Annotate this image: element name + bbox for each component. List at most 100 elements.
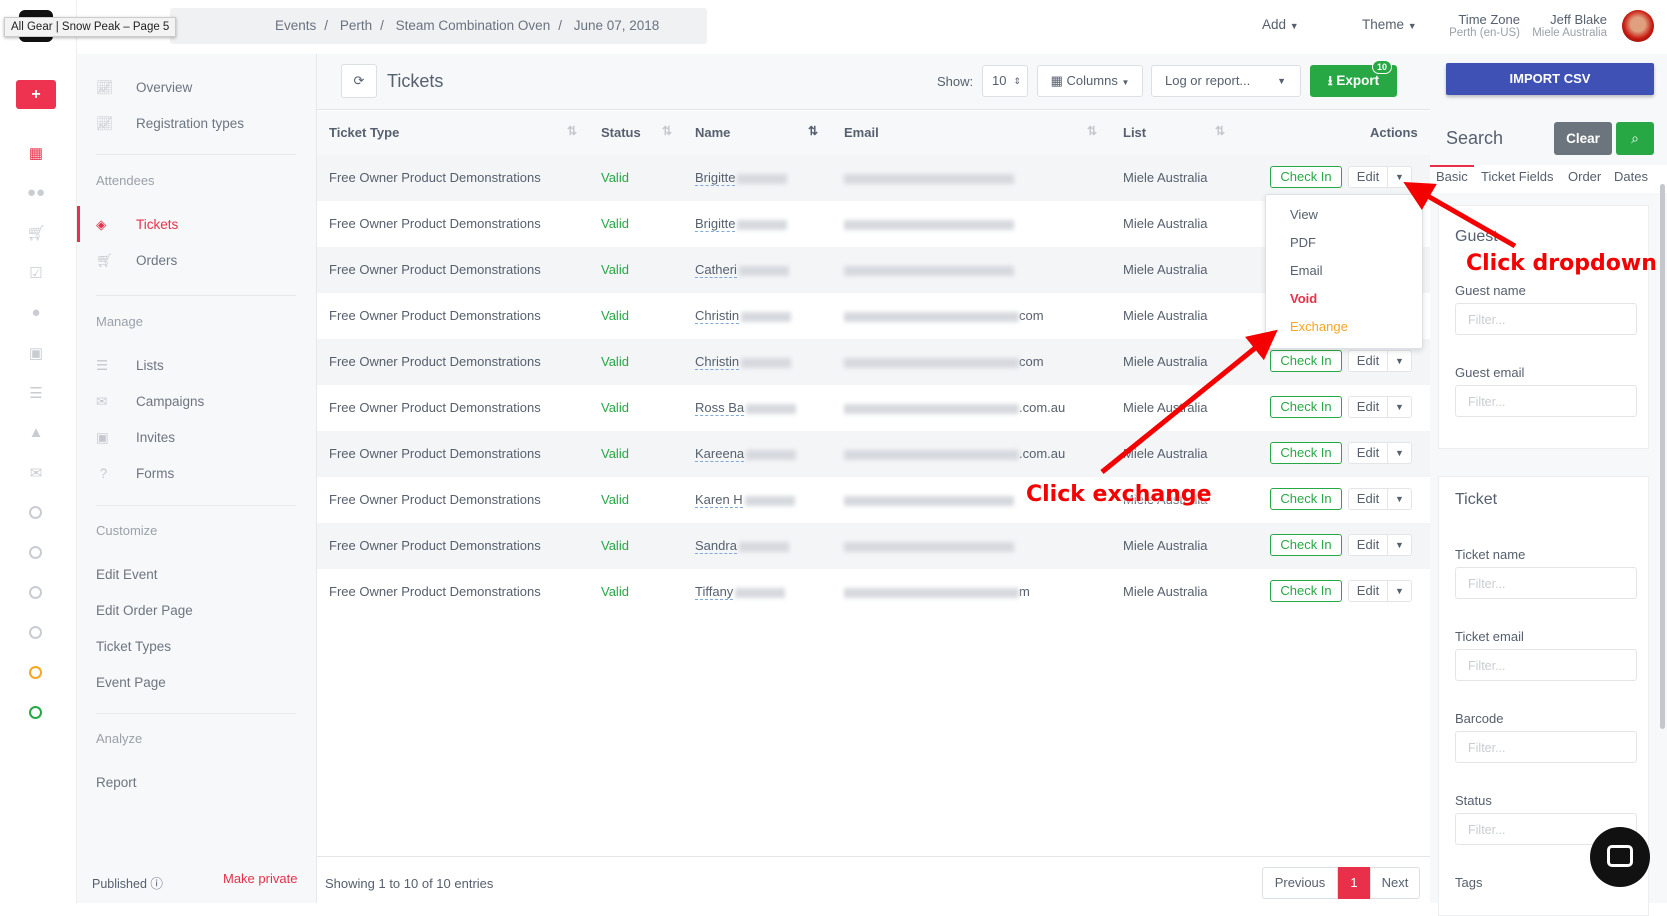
circle-icon[interactable]	[29, 506, 42, 519]
user-icon[interactable]: ▲	[26, 424, 46, 441]
col-name[interactable]: Name	[695, 125, 730, 140]
check-in-button[interactable]: Check In	[1270, 166, 1342, 188]
actions-dropdown-toggle[interactable]: ▼	[1387, 534, 1412, 556]
sidebar-item-campaigns[interactable]: ✉ Campaigns	[96, 394, 204, 410]
attendee-name[interactable]: Ross Ba	[695, 400, 797, 416]
menu-item-void[interactable]: Void	[1290, 291, 1317, 306]
attendee-email[interactable]: .com.au	[844, 446, 1065, 461]
columns-button[interactable]: ▦ Columns ▼	[1037, 65, 1143, 97]
page-size-select[interactable]: 10 ⇕	[982, 65, 1028, 97]
sidebar-item-edit-event[interactable]: Edit Event	[96, 567, 158, 582]
edit-button[interactable]: Edit	[1348, 350, 1388, 372]
attendee-name[interactable]: Kareena	[695, 446, 797, 462]
users-icon[interactable]: ●●	[26, 184, 46, 201]
sidebar-item-orders[interactable]: 🛒︎ Orders	[96, 253, 177, 269]
check-in-button[interactable]: Check In	[1270, 534, 1342, 556]
col-ticket-type[interactable]: Ticket Type	[329, 125, 399, 140]
sidebar-item-edit-order-page[interactable]: Edit Order Page	[96, 603, 193, 618]
attendee-email[interactable]	[844, 538, 1014, 553]
previous-button[interactable]: Previous	[1262, 867, 1338, 899]
attendee-email[interactable]: com	[844, 354, 1044, 369]
breadcrumb-item[interactable]: Perth	[340, 18, 372, 33]
make-private-link[interactable]: Make private	[223, 871, 297, 886]
attendee-name[interactable]: Tiffany	[695, 584, 786, 600]
col-list[interactable]: List	[1123, 125, 1146, 140]
circle-icon[interactable]	[29, 626, 42, 639]
attendee-name[interactable]: Karen H	[695, 492, 795, 508]
sort-icon[interactable]: ⇅	[808, 124, 818, 138]
actions-dropdown-toggle[interactable]: ▼	[1387, 442, 1412, 464]
info-icon[interactable]: ⓘ	[150, 877, 163, 891]
chat-button[interactable]	[1590, 827, 1650, 887]
attendee-name[interactable]: Christin	[695, 354, 792, 370]
guest-email-input[interactable]: Filter...	[1455, 385, 1637, 417]
attendee-email[interactable]: com	[844, 308, 1044, 323]
col-status[interactable]: Status	[601, 125, 641, 140]
sidebar-item-lists[interactable]: ☰ Lists	[96, 358, 164, 374]
import-csv-button[interactable]: IMPORT CSV	[1446, 63, 1654, 95]
gift-icon[interactable]: ▣	[26, 344, 46, 362]
menu-item-email[interactable]: Email	[1290, 263, 1323, 278]
attendee-name[interactable]: Brigitte	[695, 216, 788, 232]
check-in-button[interactable]: Check In	[1270, 580, 1342, 602]
actions-dropdown-toggle[interactable]: ▼	[1387, 580, 1412, 602]
breadcrumb-item[interactable]: Events	[275, 18, 316, 33]
sidebar-item-ticket-types[interactable]: Ticket Types	[96, 639, 171, 654]
timezone[interactable]: Time Zone Perth (en-US)	[1440, 12, 1520, 39]
circle-icon[interactable]	[29, 586, 42, 599]
user-menu[interactable]: Jeff Blake Miele Australia	[1517, 12, 1607, 39]
calendar-icon[interactable]: ▦	[26, 144, 46, 162]
list-icon[interactable]: ☰	[26, 384, 46, 402]
menu-item-pdf[interactable]: PDF	[1290, 235, 1316, 250]
edit-button[interactable]: Edit	[1348, 442, 1388, 464]
globe-icon[interactable]: ●	[26, 304, 46, 321]
search-button[interactable]: ⌕	[1616, 122, 1654, 155]
check-in-button[interactable]: Check In	[1270, 488, 1342, 510]
attendee-email[interactable]	[844, 492, 1014, 507]
sidebar-item-overview[interactable]: 📈︎ Overview	[96, 80, 192, 96]
sidebar-item-event-page[interactable]: Event Page	[96, 675, 166, 690]
ticket-filter-input[interactable]: Filter...	[1455, 567, 1637, 599]
menu-item-view[interactable]: View	[1290, 207, 1318, 222]
sort-icon[interactable]: ⇅	[1215, 124, 1225, 138]
attendee-name[interactable]: Sandra	[695, 538, 789, 554]
ticket-filter-input[interactable]: Filter...	[1455, 649, 1637, 681]
check-in-button[interactable]: Check In	[1270, 442, 1342, 464]
circle-icon[interactable]	[29, 546, 42, 559]
edit-button[interactable]: Edit	[1348, 488, 1388, 510]
export-button[interactable]: ⭳ Export 10	[1310, 60, 1397, 97]
breadcrumb-item[interactable]: Steam Combination Oven	[396, 18, 551, 33]
actions-dropdown-toggle[interactable]: ▼	[1387, 166, 1412, 188]
col-email[interactable]: Email	[844, 125, 879, 140]
scrollbar[interactable]	[1660, 184, 1665, 729]
attendee-name[interactable]: Catheri	[695, 262, 789, 278]
tab-dates[interactable]: Dates	[1614, 169, 1648, 184]
edit-button[interactable]: Edit	[1348, 580, 1388, 602]
actions-dropdown-toggle[interactable]: ▼	[1387, 350, 1412, 372]
clear-button[interactable]: Clear	[1554, 122, 1612, 155]
page-1-button[interactable]: 1	[1338, 867, 1370, 899]
tab-basic[interactable]: Basic	[1436, 169, 1468, 184]
avatar[interactable]	[1622, 10, 1654, 42]
ticket-filter-input[interactable]: Filter...	[1455, 731, 1637, 763]
sidebar-item-invites[interactable]: ▣ Invites	[96, 430, 175, 446]
attendee-name[interactable]: Brigitte	[695, 170, 788, 186]
actions-dropdown-toggle[interactable]: ▼	[1387, 396, 1412, 418]
check-in-button[interactable]: Check In	[1270, 396, 1342, 418]
theme-menu[interactable]: Theme ▼	[1362, 17, 1417, 32]
circle-icon[interactable]	[29, 666, 42, 679]
sidebar-item-forms[interactable]: ? Forms	[96, 466, 175, 481]
envelope-icon[interactable]: ✉	[26, 464, 46, 482]
edit-button[interactable]: Edit	[1348, 534, 1388, 556]
tab-order[interactable]: Order	[1568, 169, 1601, 184]
add-menu[interactable]: Add ▼	[1262, 17, 1299, 32]
attendee-email[interactable]	[844, 262, 1014, 277]
sidebar-item-report[interactable]: Report	[96, 775, 137, 790]
add-button[interactable]: +	[16, 80, 56, 109]
attendee-email[interactable]	[844, 216, 1014, 231]
log-report-select[interactable]: Log or report... ▼	[1151, 65, 1301, 97]
tab-ticket-fields[interactable]: Ticket Fields	[1481, 169, 1553, 184]
sidebar-item-tickets[interactable]: ◈ Tickets	[96, 217, 178, 233]
attendee-email[interactable]: .com.au	[844, 400, 1065, 415]
attendee-name[interactable]: Christin	[695, 308, 792, 324]
